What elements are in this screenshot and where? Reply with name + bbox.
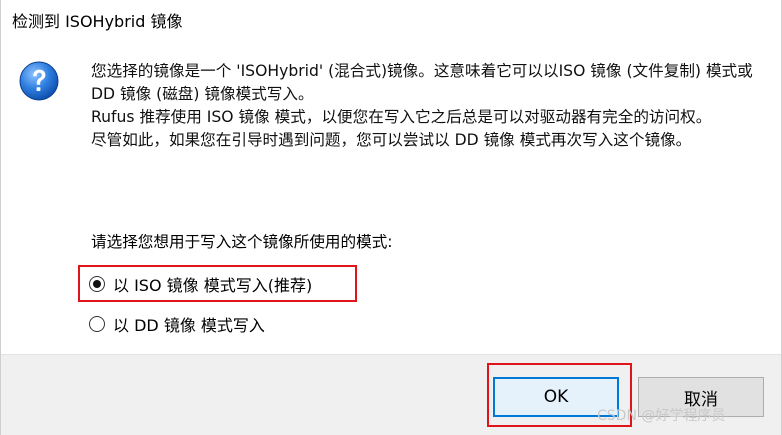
question-icon [19,61,59,101]
title-bar[interactable]: 检测到 ISOHybrid 镜像 [1,0,781,46]
mode-prompt: 请选择您想用于写入这个镜像所使用的模式: [91,233,393,251]
window-title: 检测到 ISOHybrid 镜像 [12,12,183,31]
radio-dd-label[interactable]: 以 DD 镜像 模式写入 [113,312,265,336]
radio-dd-indicator[interactable] [89,316,105,332]
message-paragraph-1: 您选择的镜像是一个 'ISOHybrid' (混合式)镜像。这意味着它可以以IS… [91,62,753,103]
iso-hybrid-dialog: 检测到 ISOHybrid 镜像 您选择的镜像是一个 'ISOHybrid' (… [0,0,782,435]
watermark: CSDN @好学程序员 [597,408,726,424]
message-paragraph-3: 尽管如此，如果您在引导时遇到问题，您可以尝试以 DD 镜像 模式再次写入这个镜像… [91,131,692,149]
iso-option-highlight [78,265,357,302]
radio-dd-mode[interactable]: 以 DD 镜像 模式写入 [89,311,265,337]
dialog-message: 您选择的镜像是一个 'ISOHybrid' (混合式)镜像。这意味着它可以以IS… [91,60,761,152]
message-paragraph-2: Rufus 推荐使用 ISO 镜像 模式，以便您在写入它之后总是可以对驱动器有完… [91,108,712,126]
